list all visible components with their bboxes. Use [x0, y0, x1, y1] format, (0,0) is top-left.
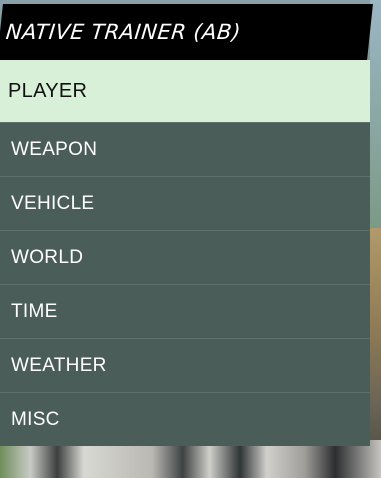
menu-item-player[interactable]: PLAYER: [0, 60, 370, 122]
menu-item-time[interactable]: TIME: [0, 284, 370, 339]
menu-item-world[interactable]: WORLD: [0, 230, 370, 285]
menu-item-weapon[interactable]: WEAPON: [0, 122, 370, 177]
menu-item-vehicle[interactable]: VEHICLE: [0, 176, 370, 231]
menu-item-label: PLAYER: [8, 79, 88, 102]
menu-title-bar: NATIVE TRAINER (AB): [0, 4, 373, 60]
menu-item-weather[interactable]: WEATHER: [0, 338, 370, 393]
menu-title: NATIVE TRAINER (AB): [4, 20, 243, 44]
menu-item-label: MISC: [11, 408, 60, 430]
menu-item-label: VEHICLE: [11, 192, 95, 214]
menu-item-label: WEATHER: [11, 354, 107, 376]
menu-item-label: WEAPON: [11, 138, 98, 160]
menu-item-misc[interactable]: MISC: [0, 392, 370, 446]
menu-item-label: WORLD: [11, 246, 84, 268]
trainer-menu: NATIVE TRAINER (AB) PLAYER WEAPON VEHICL…: [0, 4, 373, 446]
menu-item-label: TIME: [11, 300, 58, 322]
sky-backdrop: [370, 0, 381, 230]
